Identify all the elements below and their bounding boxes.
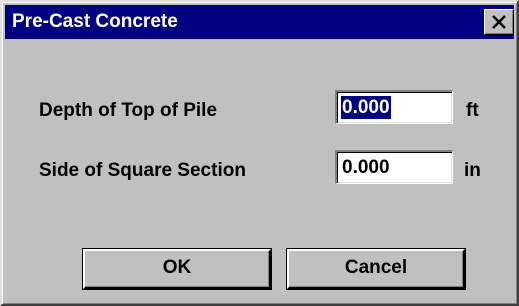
depth-of-top-of-pile-label: Depth of Top of Pile [39,100,218,121]
window-title: Pre-Cast Concrete [12,11,178,32]
ok-button[interactable]: OK [83,249,271,289]
side-of-square-section-value: 0.000 [342,157,390,178]
title-bar[interactable]: Pre-Cast Concrete [5,5,514,39]
depth-of-top-of-pile-input[interactable]: 0.000 [335,90,453,124]
depth-unit-label: ft [466,100,479,121]
side-of-square-section-input[interactable]: 0.000 [335,150,453,184]
close-icon [492,15,506,29]
side-of-square-section-label: Side of Square Section [39,160,246,181]
depth-of-top-of-pile-value: 0.000 [341,96,391,119]
pre-cast-concrete-dialog: Pre-Cast Concrete Depth of Top of Pile 0… [0,0,519,306]
close-button[interactable] [484,9,514,35]
side-unit-label: in [464,160,481,181]
cancel-button[interactable]: Cancel [287,249,465,289]
